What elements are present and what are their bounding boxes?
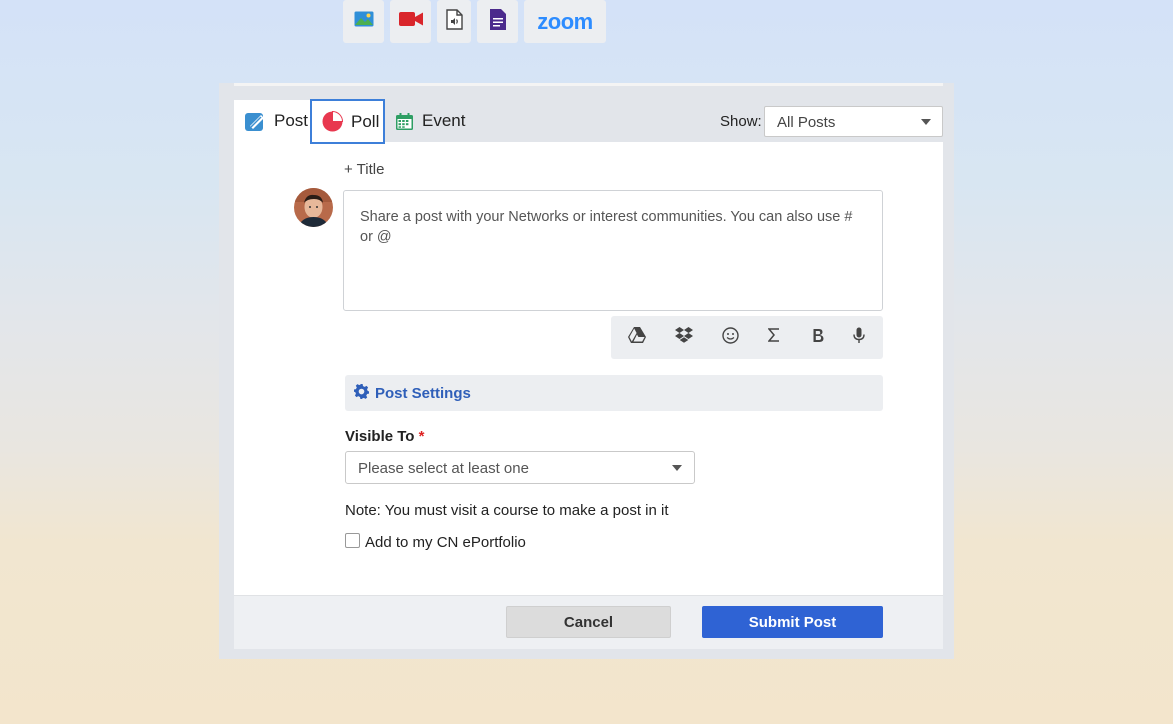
visible-to-label-text: Visible To [345, 428, 415, 445]
insert-document-button[interactable] [477, 0, 518, 43]
google-drive-icon [628, 327, 646, 348]
bold-icon [812, 328, 825, 348]
tab-post[interactable]: Post [234, 100, 310, 142]
submit-post-button[interactable]: Submit Post [702, 606, 883, 638]
toolbar-extras-group [611, 316, 883, 359]
google-drive-button[interactable] [617, 316, 657, 359]
equation-button[interactable] [754, 316, 794, 359]
image-icon [354, 11, 374, 32]
zoom-meeting-button[interactable]: zoom [524, 0, 606, 43]
tab-event[interactable]: Event [385, 100, 470, 142]
avatar [294, 188, 333, 227]
pen-square-icon [244, 110, 266, 132]
emoji-icon [721, 326, 739, 349]
calendar-icon [395, 112, 414, 131]
dropbox-button[interactable] [664, 316, 704, 359]
insert-image-button[interactable] [343, 0, 384, 43]
pie-chart-icon [322, 111, 343, 132]
chevron-down-icon [672, 465, 682, 471]
gear-icon [354, 383, 369, 403]
sigma-icon [767, 328, 780, 347]
post-settings-label: Post Settings [375, 384, 471, 402]
dropbox-icon [675, 327, 693, 348]
emoji-button[interactable] [710, 316, 750, 359]
insert-video-button[interactable] [390, 0, 431, 43]
video-camera-icon [398, 11, 423, 32]
chevron-down-icon [921, 119, 931, 125]
post-settings-toggle[interactable]: Post Settings [345, 375, 883, 411]
microphone-icon [853, 327, 865, 349]
zoom-logo: zoom [537, 8, 593, 34]
voice-record-button[interactable] [839, 316, 879, 359]
post-body-placeholder: Share a post with your Networks or inter… [360, 209, 853, 245]
show-filter-value: All Posts [777, 114, 836, 131]
required-marker: * [418, 428, 425, 445]
tab-poll[interactable]: Poll [310, 99, 385, 144]
visible-to-placeholder: Please select at least one [358, 460, 529, 477]
show-filter-select[interactable]: All Posts [764, 106, 943, 137]
document-icon [489, 8, 506, 35]
insert-audio-file-button[interactable] [437, 0, 471, 43]
eportfolio-label[interactable]: Add to my CN ePortfolio [365, 534, 526, 551]
eportfolio-checkbox[interactable] [345, 533, 360, 548]
visible-to-select[interactable]: Please select at least one [345, 451, 695, 484]
cancel-button[interactable]: Cancel [506, 606, 671, 638]
post-body-textarea[interactable]: Share a post with your Networks or inter… [343, 190, 883, 311]
post-composer-panel [234, 83, 943, 649]
audio-file-icon [445, 8, 463, 35]
tab-event-label: Event [422, 111, 466, 130]
add-title-link[interactable]: + Title [344, 161, 384, 178]
tab-post-label: Post [274, 111, 309, 130]
show-filter-label: Show: [720, 113, 762, 130]
bold-button[interactable] [798, 316, 838, 359]
tab-poll-label: Poll [351, 111, 380, 131]
course-visit-note: Note: You must visit a course to make a … [345, 502, 669, 519]
visible-to-label: Visible To * [345, 428, 424, 445]
